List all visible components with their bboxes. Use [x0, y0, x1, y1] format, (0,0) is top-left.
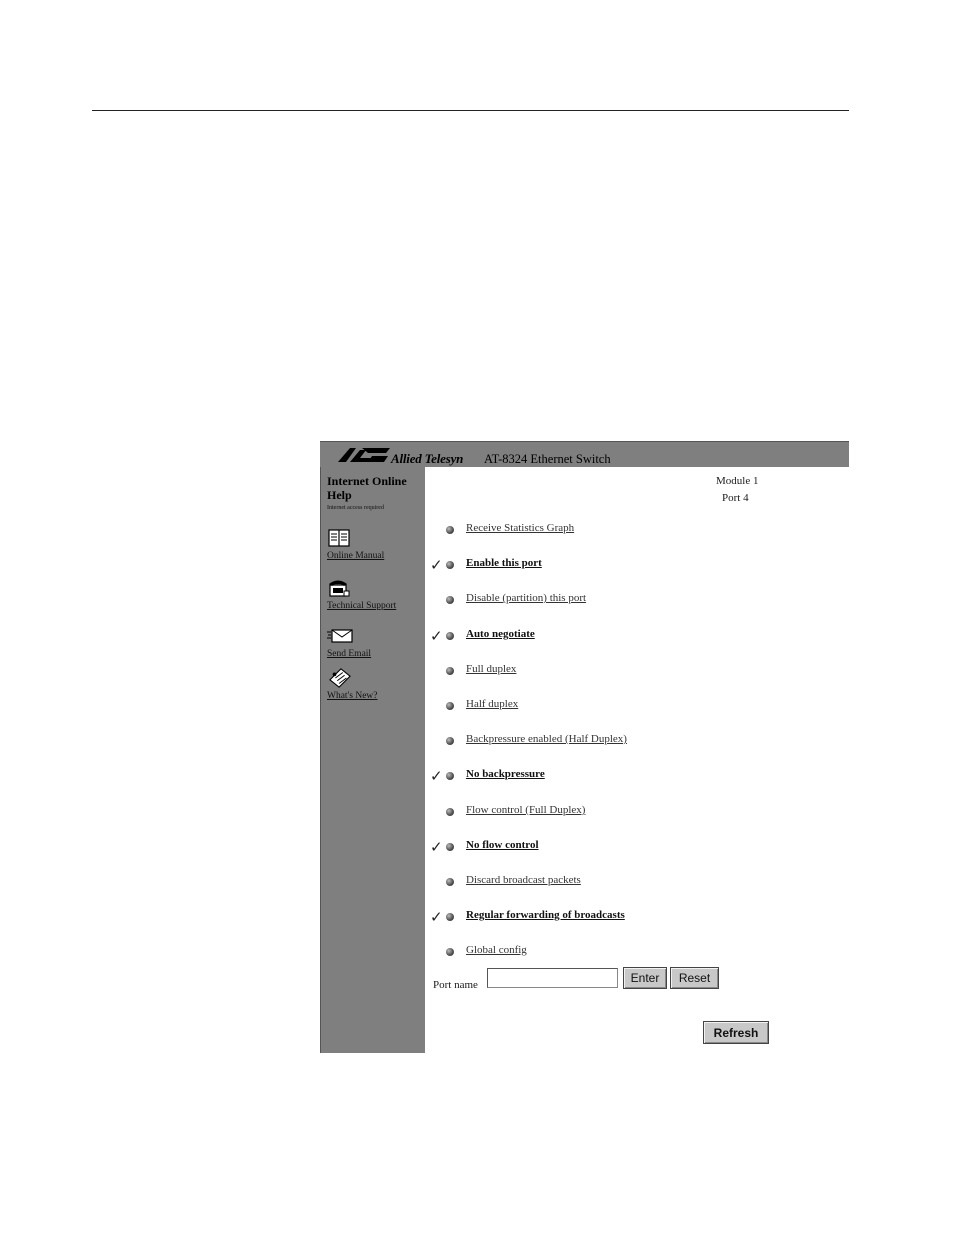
port-name-label: Port name	[433, 979, 478, 991]
bullet-icon	[446, 737, 454, 745]
port-option[interactable]: ✓ Auto negotiate	[430, 626, 830, 645]
send-email-link[interactable]: Send Email	[327, 625, 425, 659]
checkmark-icon: ✓	[430, 556, 443, 574]
refresh-button[interactable]: Refresh	[703, 1021, 769, 1044]
port-option-link[interactable]: Discard broadcast packets	[466, 874, 581, 886]
checkmark-icon: ✓	[430, 838, 443, 856]
port-option-link[interactable]: Auto negotiate	[466, 628, 535, 640]
checkmark-icon: ✓	[430, 908, 443, 926]
port-option-link[interactable]: Full duplex	[466, 663, 516, 675]
book-icon	[328, 529, 350, 547]
port-option[interactable]: Receive Statistics Graph	[430, 520, 830, 536]
port-option-link[interactable]: Flow control (Full Duplex)	[466, 804, 585, 816]
reset-button[interactable]: Reset	[670, 967, 719, 989]
port-option-link[interactable]: Receive Statistics Graph	[466, 522, 574, 534]
port-option[interactable]: ✓ No backpressure	[430, 766, 830, 785]
help-title: Internet Online Help	[327, 474, 407, 502]
bullet-icon	[446, 561, 454, 569]
port-option[interactable]: ✓ No flow control	[430, 837, 830, 856]
port-option[interactable]: Full duplex	[430, 661, 830, 677]
news-icon	[329, 668, 351, 688]
port-option-link[interactable]: Disable (partition) this port	[466, 592, 586, 604]
port-option-link[interactable]: Enable this port	[466, 557, 542, 569]
port-option[interactable]: Discard broadcast packets	[430, 872, 830, 888]
allied-telesyn-logo-icon	[338, 448, 390, 462]
switch-web-interface: Allied Telesyn AT-8324 Ethernet Switch I…	[320, 441, 849, 1053]
module-label: Module 1	[716, 475, 759, 487]
bullet-icon	[446, 632, 454, 640]
technical-support-link[interactable]: Technical Support	[327, 577, 425, 611]
brand-name: Allied Telesyn	[391, 451, 464, 466]
port-option[interactable]: Backpressure enabled (Half Duplex)	[430, 731, 830, 747]
phone-icon	[329, 580, 350, 597]
banner: Allied Telesyn AT-8324 Ethernet Switch	[320, 441, 849, 467]
send-email-label: Send Email	[327, 649, 372, 659]
checkmark-icon: ✓	[430, 767, 443, 785]
port-option[interactable]: Disable (partition) this port	[430, 590, 830, 606]
port-option-link[interactable]: No backpressure	[466, 768, 545, 780]
bullet-icon	[446, 808, 454, 816]
port-option-link[interactable]: Regular forwarding of broadcasts	[466, 909, 625, 921]
bullet-icon	[446, 948, 454, 956]
bullet-icon	[446, 596, 454, 604]
bullet-icon	[446, 772, 454, 780]
bullet-icon	[446, 667, 454, 675]
port-option-link[interactable]: Global config	[466, 944, 527, 956]
enter-button[interactable]: Enter	[623, 967, 667, 989]
bullet-icon	[446, 702, 454, 710]
help-sidebar: Internet Online Help Internet access req…	[320, 467, 425, 1053]
port-option-link[interactable]: No flow control	[466, 839, 539, 851]
technical-support-label: Technical Support	[327, 601, 397, 611]
online-manual-link[interactable]: Online Manual	[327, 527, 425, 561]
port-name-input[interactable]	[487, 968, 618, 988]
port-option[interactable]: Global config	[430, 942, 830, 958]
product-title: AT-8324 Ethernet Switch	[484, 452, 611, 466]
port-option-link[interactable]: Backpressure enabled (Half Duplex)	[466, 733, 627, 745]
port-option[interactable]: Half duplex	[430, 696, 830, 712]
envelope-icon	[327, 629, 353, 643]
port-label: Port 4	[722, 492, 749, 504]
whats-new-link[interactable]: What's New?	[327, 667, 425, 701]
bullet-icon	[446, 913, 454, 921]
online-manual-label: Online Manual	[327, 551, 385, 561]
page-header-rule	[92, 110, 849, 111]
port-option[interactable]: ✓ Regular forwarding of broadcasts	[430, 907, 830, 926]
help-note: Internet access required	[327, 505, 384, 511]
port-option-link[interactable]: Half duplex	[466, 698, 518, 710]
port-option[interactable]: ✓ Enable this port	[430, 555, 830, 574]
whats-new-label: What's New?	[327, 691, 378, 701]
bullet-icon	[446, 878, 454, 886]
checkmark-icon: ✓	[430, 627, 443, 645]
bullet-icon	[446, 843, 454, 851]
bullet-icon	[446, 526, 454, 534]
port-option[interactable]: Flow control (Full Duplex)	[430, 802, 830, 818]
